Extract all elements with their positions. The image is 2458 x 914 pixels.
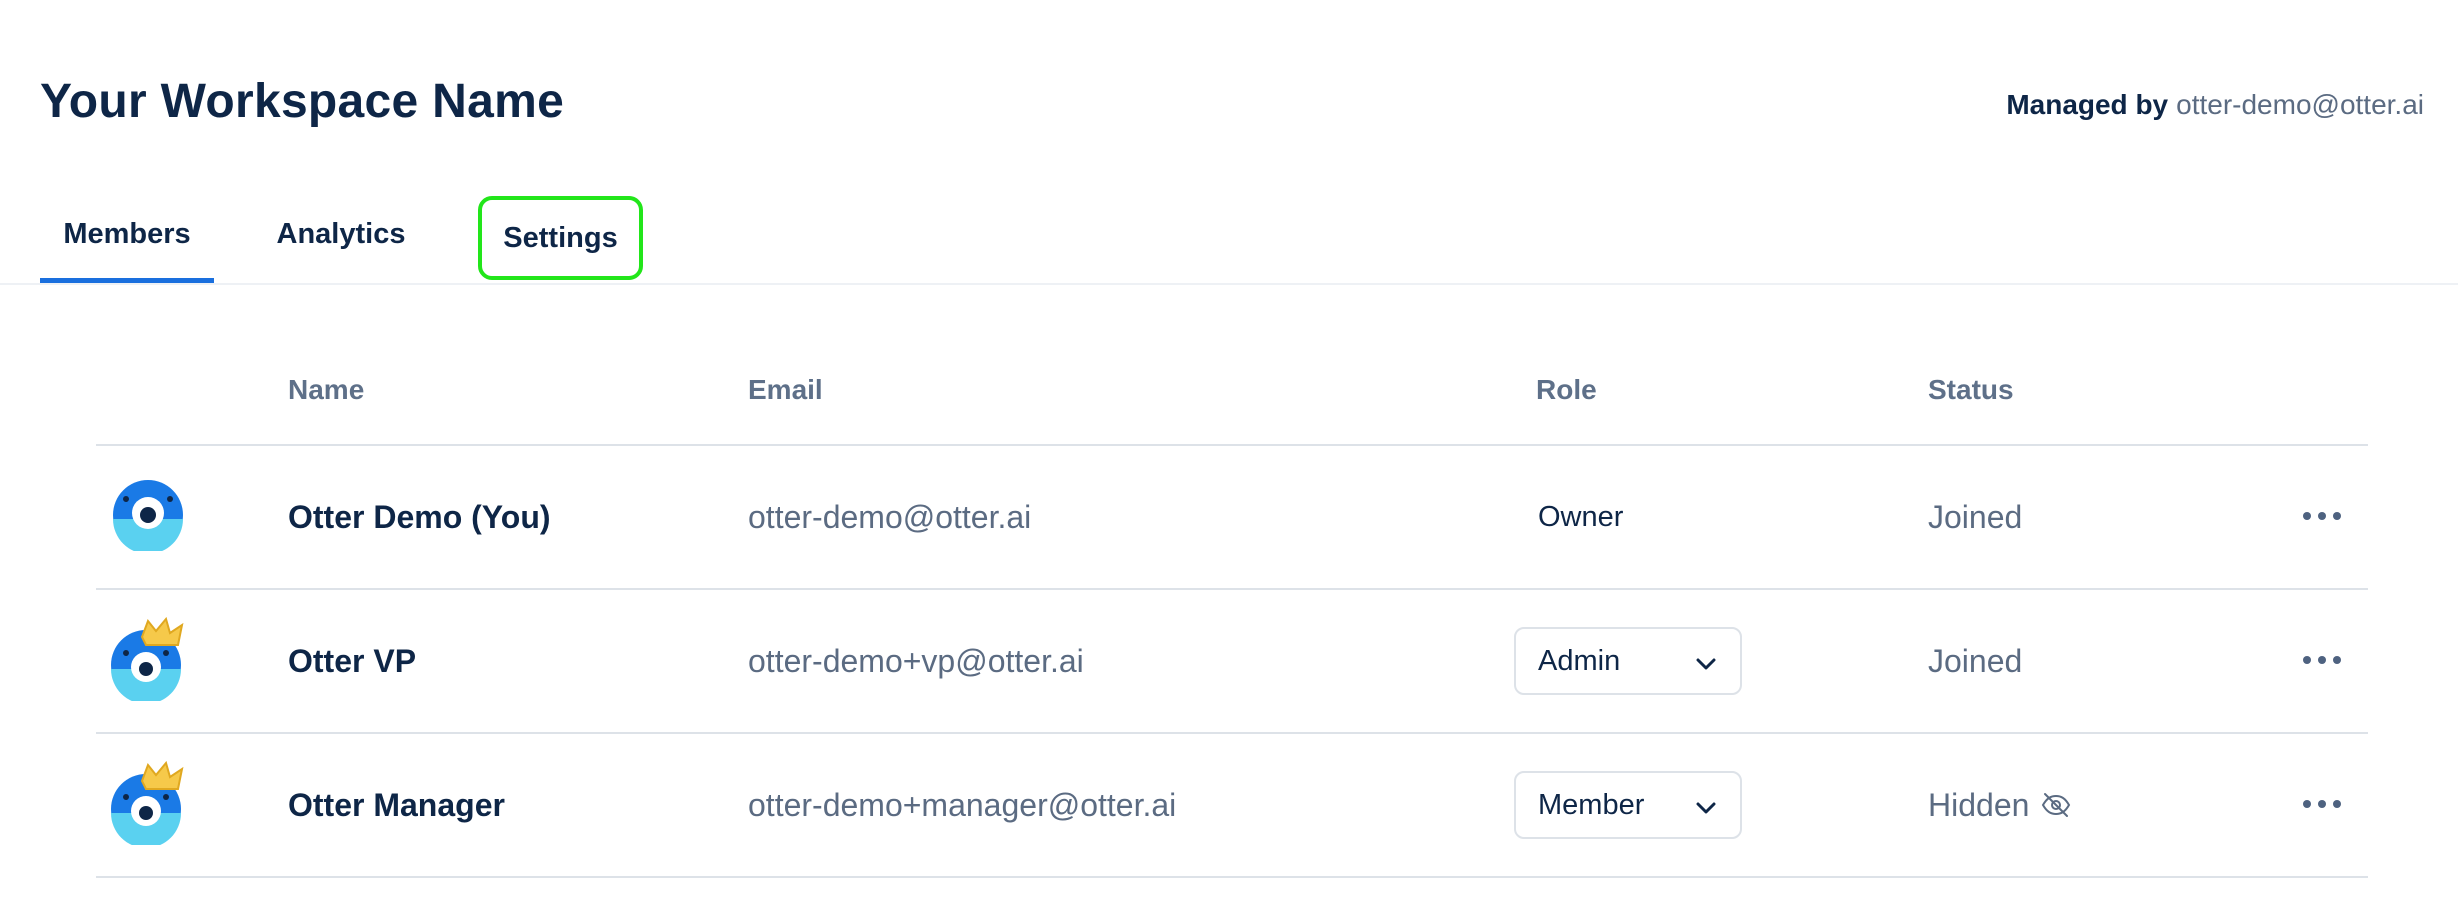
- member-role: Owner: [1514, 446, 1623, 588]
- member-name: Otter Demo (You): [288, 498, 551, 535]
- column-header-name[interactable]: Name: [288, 374, 364, 406]
- managed-by-label: Managed by: [2006, 89, 2169, 120]
- more-horizontal-icon: [2302, 796, 2342, 814]
- column-header-status[interactable]: Status: [1928, 374, 2014, 406]
- avatar: [110, 446, 186, 588]
- otter-crown-avatar-icon: [108, 760, 188, 850]
- table-row: Otter Demo (You) otter-demo@otter.ai Own…: [96, 446, 2368, 590]
- chevron-down-icon: [1696, 645, 1716, 678]
- tab-analytics[interactable]: Analytics: [214, 196, 468, 284]
- member-email: otter-demo@otter.ai: [748, 498, 1032, 535]
- row-menu-button[interactable]: [2292, 446, 2352, 588]
- managed-by: Managed by otter-demo@otter.ai: [2006, 89, 2424, 121]
- member-status: Joined: [1928, 498, 2023, 535]
- tab-members[interactable]: Members: [40, 196, 214, 284]
- members-table: Name Email Role Status Otter Demo (You) …: [96, 340, 2368, 878]
- tabs-divider: [0, 283, 2458, 285]
- column-header-role[interactable]: Role: [1536, 374, 1597, 406]
- member-email: otter-demo+vp@otter.ai: [748, 642, 1084, 679]
- member-role: Member: [1514, 734, 1742, 876]
- member-name: Otter Manager: [288, 786, 505, 823]
- member-status: Hidden: [1928, 734, 2071, 876]
- role-dropdown-value: Member: [1538, 788, 1645, 821]
- role-dropdown[interactable]: Member: [1514, 771, 1742, 839]
- avatar: [110, 734, 186, 876]
- member-email: otter-demo+manager@otter.ai: [748, 786, 1177, 823]
- member-name: Otter VP: [288, 642, 417, 679]
- member-role: Admin: [1514, 590, 1742, 732]
- more-horizontal-icon: [2302, 652, 2342, 670]
- column-header-email[interactable]: Email: [748, 374, 823, 406]
- eye-off-icon: [2041, 792, 2071, 818]
- table-row: Otter VP otter-demo+vp@otter.ai Admin Jo…: [96, 590, 2368, 734]
- table-header: Name Email Role Status: [96, 340, 2368, 446]
- otter-crown-avatar-icon: [108, 616, 188, 706]
- workspace-title: Your Workspace Name: [40, 75, 565, 128]
- managed-by-email: otter-demo@otter.ai: [2176, 89, 2424, 120]
- row-menu-button[interactable]: [2292, 590, 2352, 732]
- role-label: Owner: [1538, 500, 1624, 533]
- otter-avatar-icon: [110, 479, 186, 556]
- role-dropdown[interactable]: Admin: [1514, 627, 1742, 695]
- table-row: Otter Manager otter-demo+manager@otter.a…: [96, 734, 2368, 878]
- status-label: Hidden: [1928, 786, 2030, 823]
- avatar: [110, 590, 186, 732]
- chevron-down-icon: [1696, 789, 1716, 822]
- member-status: Joined: [1928, 642, 2023, 679]
- row-menu-button[interactable]: [2292, 734, 2352, 876]
- more-horizontal-icon: [2302, 508, 2342, 526]
- tab-bar: Members Analytics Settings: [40, 196, 643, 284]
- tab-settings[interactable]: Settings: [478, 196, 643, 280]
- role-dropdown-value: Admin: [1538, 644, 1621, 677]
